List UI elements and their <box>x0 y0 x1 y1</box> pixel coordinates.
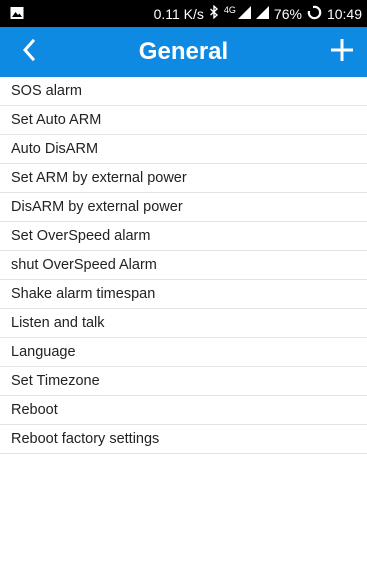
clock-time: 10:49 <box>326 5 362 22</box>
list-item-auto-disarm[interactable]: Auto DisARM <box>0 135 367 164</box>
page-title: General <box>138 38 229 65</box>
plus-icon <box>331 38 353 66</box>
list-item-listen-and-talk[interactable]: Listen and talk <box>0 309 367 338</box>
list-item-shut-overspeed-alarm[interactable]: shut OverSpeed Alarm <box>0 251 367 280</box>
list-item-sos-alarm[interactable]: SOS alarm <box>0 77 367 106</box>
app-header: General <box>0 27 367 77</box>
list-item-set-arm-external-power[interactable]: Set ARM by external power <box>0 164 367 193</box>
signal-icon-2 <box>255 5 269 22</box>
list-item-set-timezone[interactable]: Set Timezone <box>0 367 367 396</box>
list-item-reboot-factory-settings[interactable]: Reboot factory settings <box>0 425 367 454</box>
settings-list: SOS alarm Set Auto ARM Auto DisARM Set A… <box>0 77 367 454</box>
list-item-shake-alarm-timespan[interactable]: Shake alarm timespan <box>0 280 367 309</box>
list-item-set-auto-arm[interactable]: Set Auto ARM <box>0 106 367 135</box>
list-item-language[interactable]: Language <box>0 338 367 367</box>
status-indicators: 0.11 K/s 4G 76% 10:49 <box>154 0 362 27</box>
list-item-reboot[interactable]: Reboot <box>0 396 367 425</box>
network-type: 4G <box>223 5 236 15</box>
battery-ring-icon <box>306 4 322 23</box>
list-item-set-overspeed-alarm[interactable]: Set OverSpeed alarm <box>0 222 367 251</box>
battery-percentage: 76% <box>273 5 302 22</box>
bluetooth-icon <box>209 4 219 22</box>
signal-icon-1 <box>237 5 251 22</box>
image-notification-icon <box>10 6 24 20</box>
list-item-disarm-external-power[interactable]: DisARM by external power <box>0 193 367 222</box>
chevron-left-icon <box>22 38 36 66</box>
network-speed: 0.11 K/s <box>153 5 204 22</box>
add-button[interactable] <box>327 37 357 67</box>
back-button[interactable] <box>14 37 44 67</box>
status-bar: 0.11 K/s 4G 76% 10:49 <box>0 0 367 27</box>
